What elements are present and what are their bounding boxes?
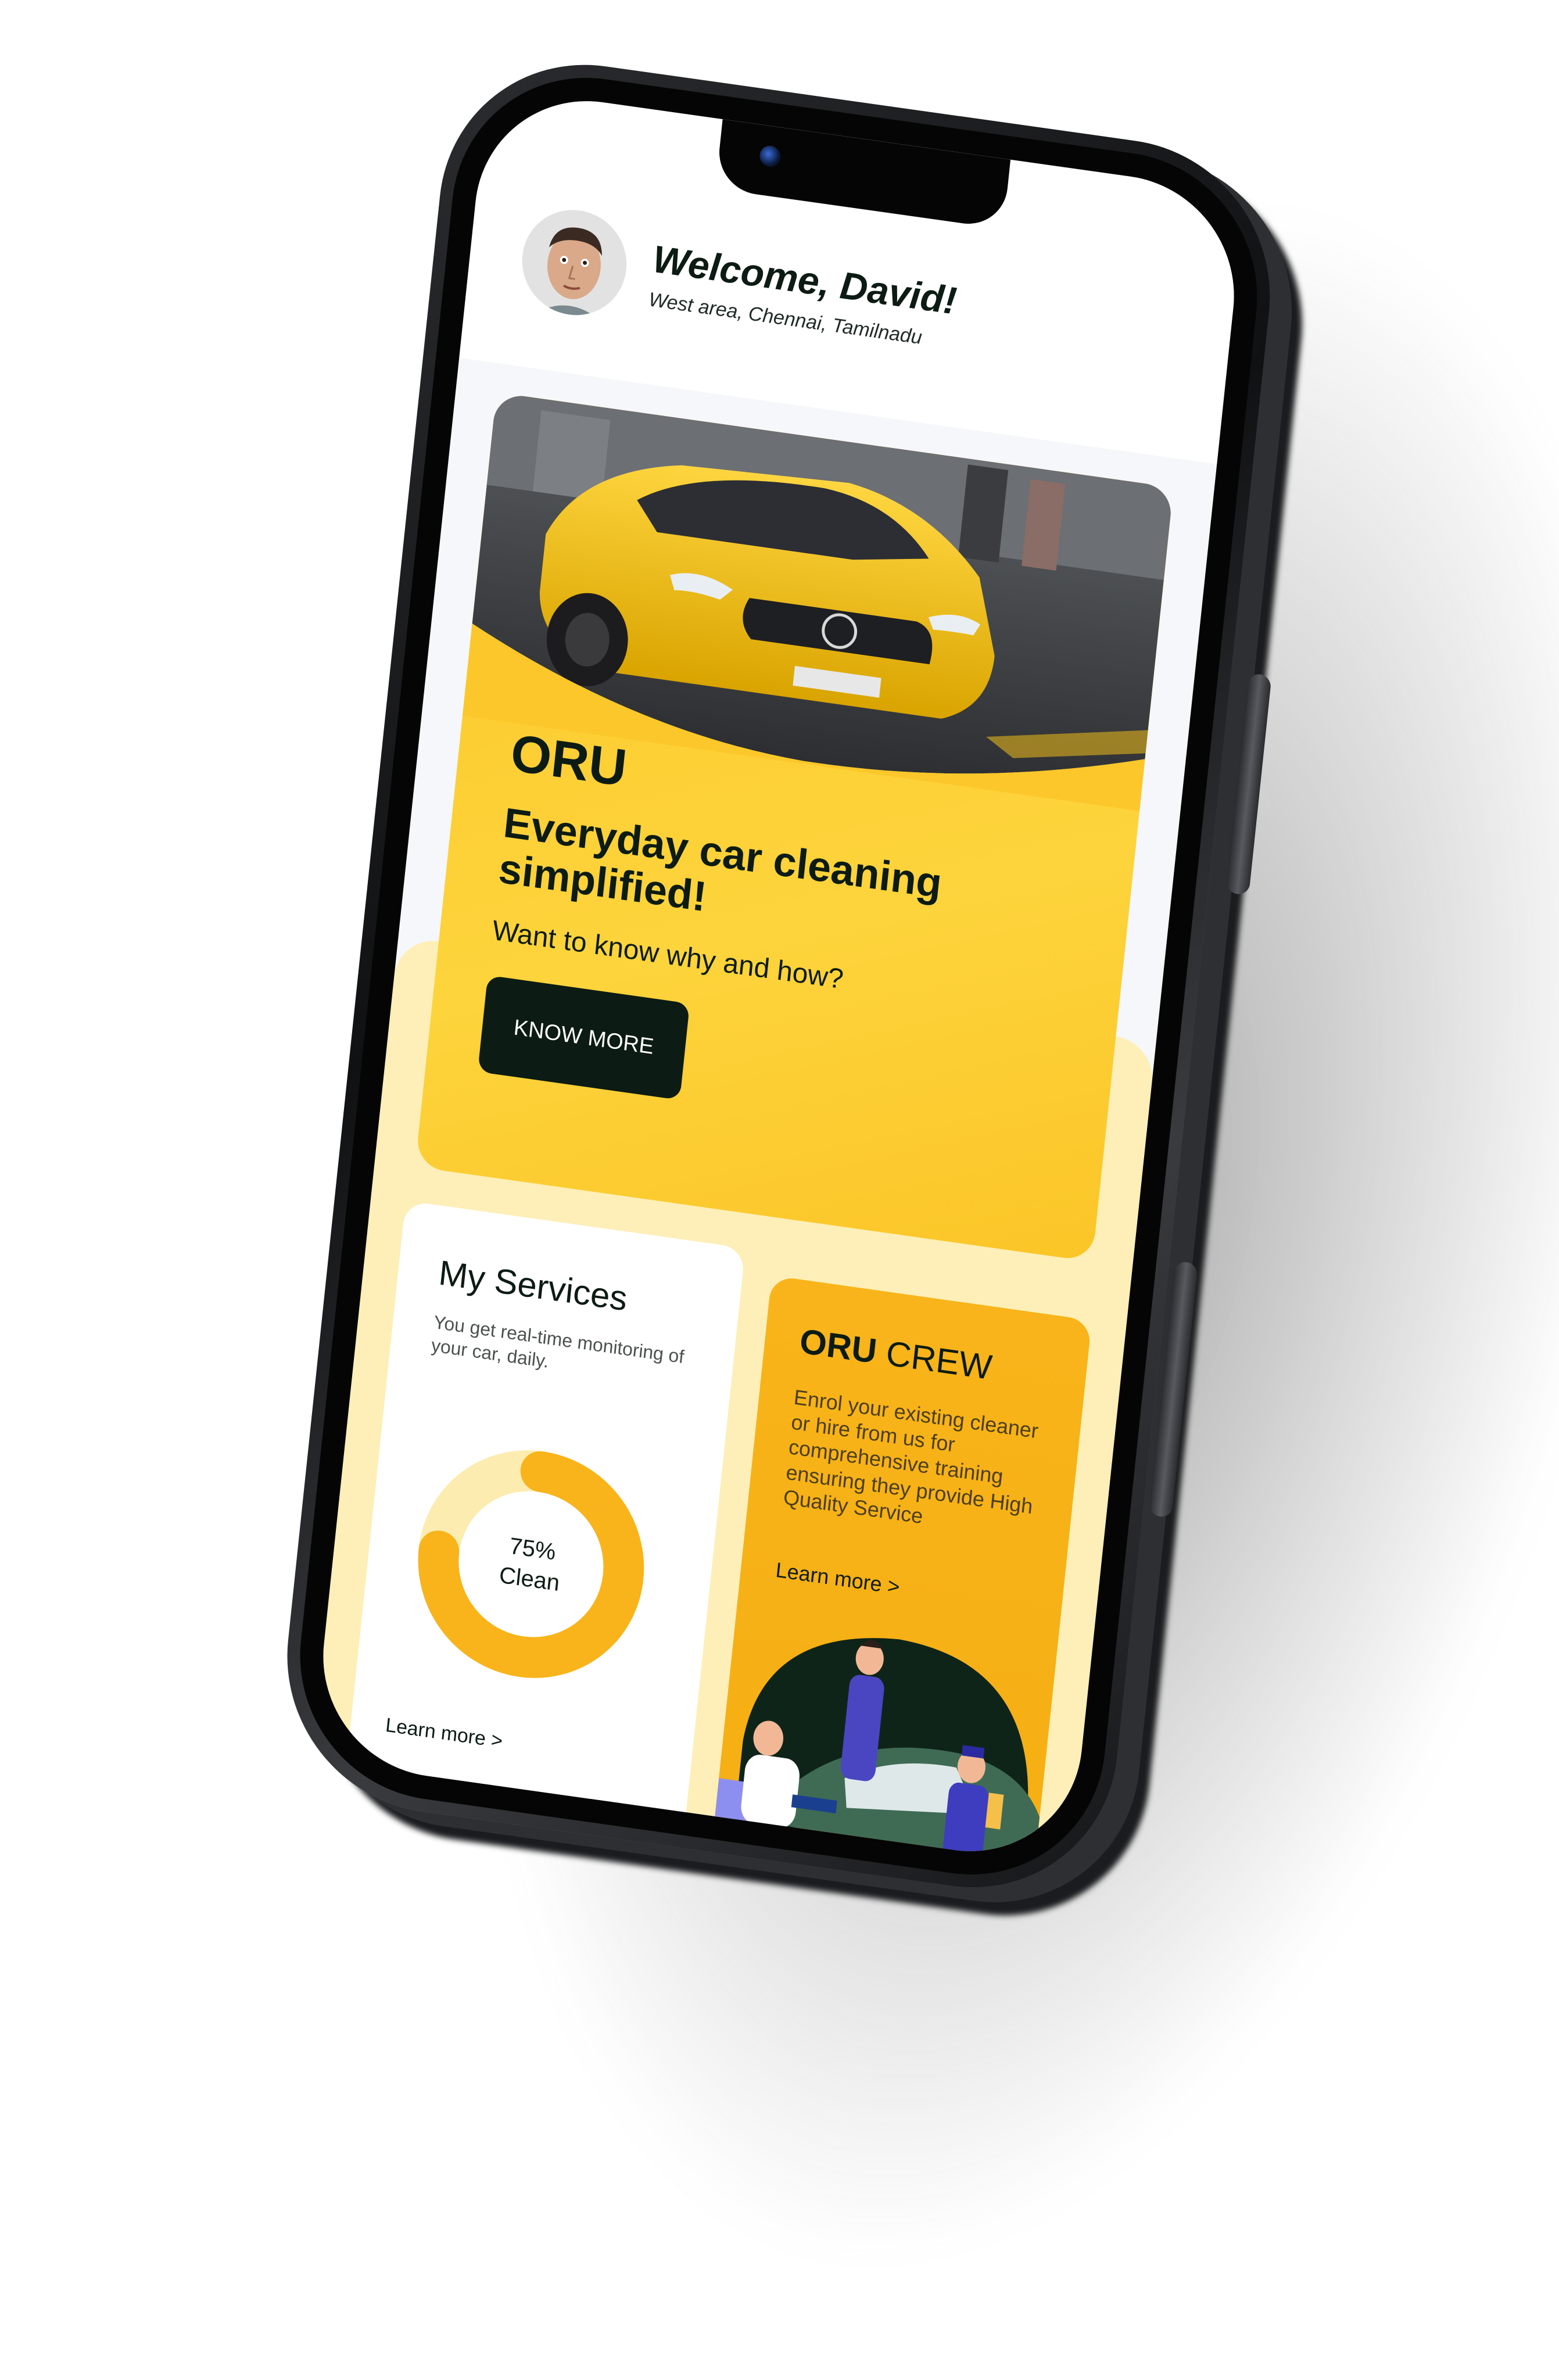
crew-description: Enrol your existing cleaner or hire from…	[782, 1385, 1040, 1528]
hero-banner: ORU Everyday car cleaning simplified! Wa…	[415, 392, 1174, 1262]
crew-title-suffix: CREW	[875, 1332, 994, 1388]
front-camera-icon	[758, 144, 782, 169]
mockup-stage: Welcome, David! West area, Chennai, Tami…	[0, 0, 1559, 2380]
welcome-text-block: Welcome, David! West area, Chennai, Tami…	[647, 236, 959, 353]
crew-learn-more-link[interactable]: Learn more >	[775, 1558, 901, 1600]
user-avatar[interactable]	[517, 203, 632, 322]
oru-crew-card[interactable]: ORU CREW Enrol your existing cleaner or …	[705, 1275, 1092, 1866]
crew-title: ORU CREW	[798, 1321, 994, 1388]
services-learn-more-link[interactable]: Learn more >	[385, 1714, 504, 1753]
services-description: You get real-time monitoring of your car…	[430, 1311, 686, 1372]
my-services-card[interactable]: My Services You get real-time monitoring…	[343, 1200, 746, 1838]
know-more-button[interactable]: KNOW MORE	[477, 975, 690, 1101]
crew-title-brand: ORU	[798, 1321, 879, 1371]
services-title: My Services	[437, 1253, 629, 1318]
clean-progress-label: 75% Clean	[397, 1426, 665, 1702]
clean-progress-donut: 75% Clean	[397, 1426, 665, 1702]
user-portrait-icon	[517, 203, 632, 322]
